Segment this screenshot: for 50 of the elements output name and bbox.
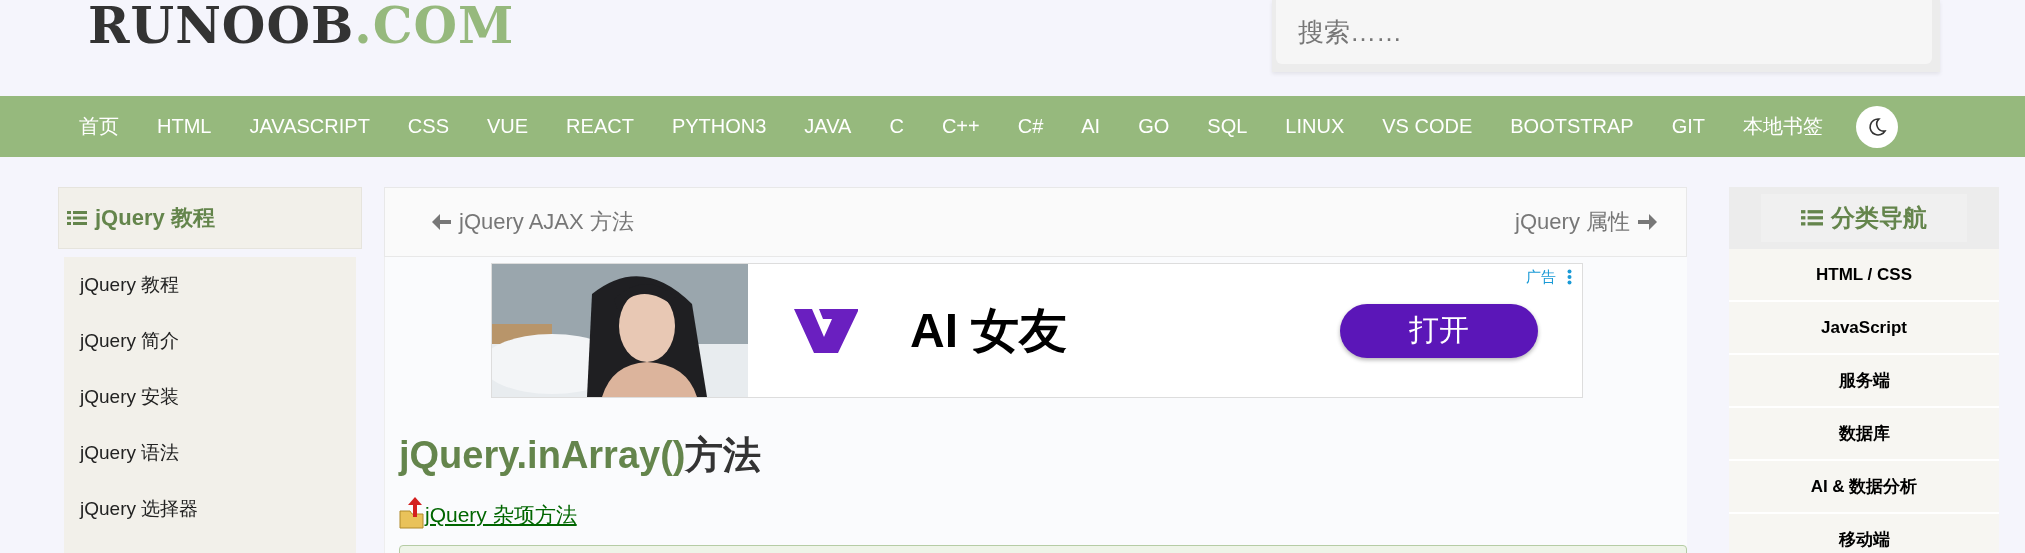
list-icon — [1801, 209, 1823, 227]
nav-link[interactable]: C++ — [922, 115, 999, 138]
list-icon — [67, 210, 87, 226]
open-button[interactable]: 打开 — [1340, 303, 1538, 358]
folder-up-icon — [399, 497, 425, 529]
nav-link[interactable]: CSS — [388, 115, 468, 138]
nav-link[interactable]: AI — [1062, 115, 1120, 138]
moon-icon — [1866, 116, 1887, 137]
sidebar-link[interactable]: jQuery 语法 — [64, 425, 356, 481]
more-icon[interactable] — [1567, 269, 1572, 285]
nav-link[interactable]: 首页 — [60, 113, 138, 140]
ad-label: 广告 — [1526, 268, 1556, 287]
search-field[interactable]: 搜索…… — [1276, 0, 1932, 64]
nav-link[interactable]: GIT — [1652, 115, 1724, 138]
category-link[interactable]: HTML / CSS — [1729, 249, 1999, 302]
sidebar-link[interactable]: jQuery 安装 — [64, 369, 356, 425]
nav-link[interactable]: JAVA — [785, 115, 871, 138]
page-title: jQuery.inArray()方法 — [399, 433, 763, 478]
nav-link[interactable]: 本地书签 — [1723, 113, 1842, 140]
nav-link[interactable]: BOOTSTRAP — [1491, 115, 1653, 138]
ad-banner[interactable]: AI 女友 打开 广告 — [491, 263, 1583, 398]
category-link[interactable]: AI & 数据分析 — [1729, 461, 1999, 514]
nav-link[interactable]: REACT — [547, 115, 653, 138]
category-link[interactable]: JavaScript — [1729, 302, 1999, 355]
parent-link[interactable]: jQuery 杂项方法 — [425, 501, 577, 529]
sidebar-link[interactable]: jQuery 选择器 — [64, 481, 356, 537]
nav-link[interactable]: VUE — [467, 115, 548, 138]
sidebar-title: jQuery 教程 — [95, 204, 215, 232]
category-link[interactable]: 服务端 — [1729, 355, 1999, 408]
nav-link[interactable]: HTML — [138, 115, 231, 138]
previous-link[interactable]: jQuery AJAX 方法 — [431, 207, 634, 237]
site-logo[interactable]: RUNOOB.COM — [88, 0, 515, 56]
nav-link[interactable]: C# — [998, 115, 1063, 138]
nav-link[interactable]: C — [870, 115, 923, 138]
category-link[interactable]: 数据库 — [1729, 408, 1999, 461]
ad-headline: AI 女友 — [910, 302, 1068, 359]
nav-link[interactable]: LINUX — [1266, 115, 1364, 138]
sidebar-link[interactable]: jQuery 简介 — [64, 313, 356, 369]
category-title: 分类导航 — [1831, 203, 1927, 233]
arrow-left-icon — [431, 212, 453, 232]
nav-link[interactable]: VS CODE — [1363, 115, 1492, 138]
arrow-right-icon — [1636, 212, 1658, 232]
sidebar-link[interactable]: jQuery 教程 — [64, 257, 356, 313]
next-link[interactable]: jQuery 属性 — [1515, 207, 1658, 237]
nav-link[interactable]: GO — [1119, 115, 1189, 138]
category-link[interactable]: 移动端 — [1729, 514, 1999, 553]
nav-link[interactable]: JAVASCRIPT — [230, 115, 389, 138]
nav-link[interactable]: PYTHON3 — [652, 115, 786, 138]
nav-link[interactable]: SQL — [1188, 115, 1267, 138]
theme-toggle-button[interactable] — [1855, 105, 1898, 148]
